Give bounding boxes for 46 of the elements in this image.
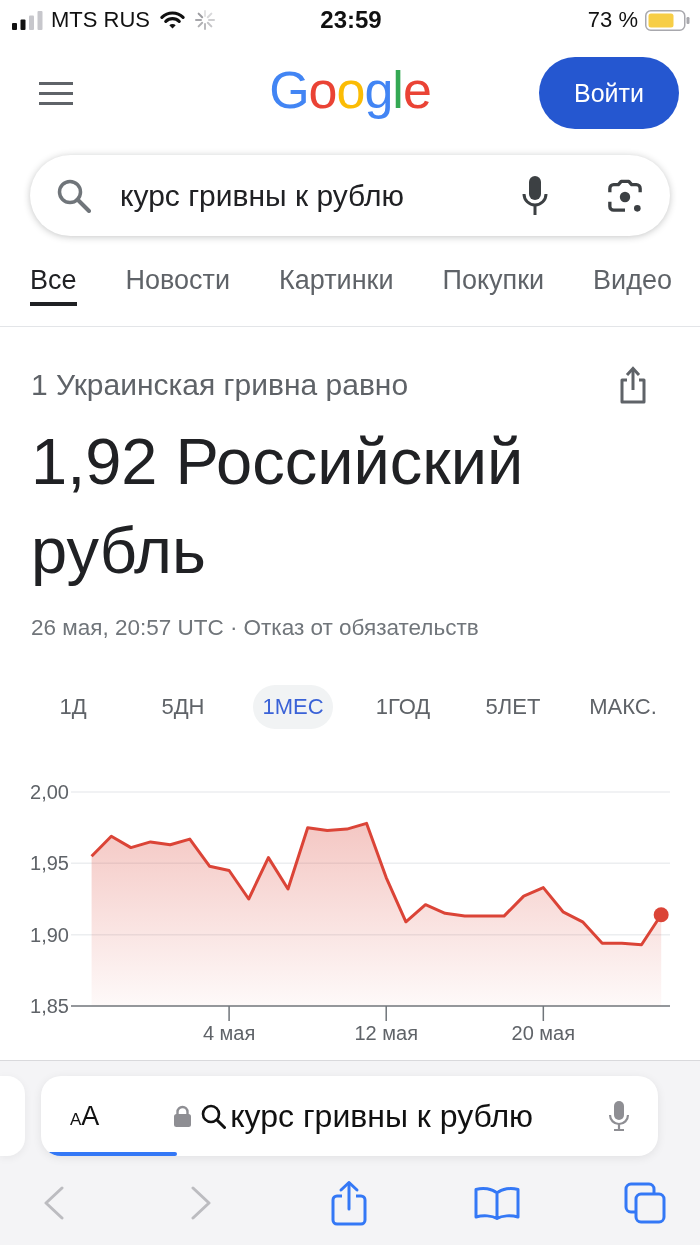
activity-spinner-icon (195, 10, 215, 30)
open-book-icon[interactable] (474, 1186, 520, 1220)
axis-label: 1,85 (30, 995, 69, 1017)
range-tab[interactable]: 1МЕС (253, 685, 333, 729)
axis-label: 12 мая (354, 1022, 418, 1044)
wifi-icon (159, 10, 186, 30)
axis-label: 1,95 (30, 852, 69, 875)
range-tab[interactable]: 1Д (50, 685, 96, 729)
sign-in-button[interactable]: Войти (539, 57, 679, 129)
search-query: курс гривны к рублю (120, 178, 405, 213)
status-time: 23:59 (320, 6, 382, 34)
disclaimer-link[interactable]: Отказ от обязательств (243, 614, 479, 641)
search-icon (57, 178, 91, 213)
range-tab[interactable]: 1ГОД (366, 685, 440, 729)
tab[interactable]: Все (30, 256, 77, 306)
timestamp: 26 мая, 20:57 UTC · (31, 614, 238, 641)
search-field[interactable]: курс гривны к рублю (30, 155, 670, 236)
conversion-result: 1,92 Российский рубль (31, 424, 525, 589)
carrier-name: MTS RUS (51, 7, 150, 33)
tab[interactable]: Видео (593, 256, 672, 306)
lock-icon (174, 1105, 192, 1127)
tabs-icon[interactable] (624, 1182, 666, 1224)
battery-icon (645, 9, 690, 31)
share-icon[interactable] (330, 1180, 368, 1226)
axis-label: 2,00 (30, 781, 69, 803)
camera-lens-icon[interactable] (607, 177, 643, 214)
microphone-icon[interactable] (521, 175, 549, 216)
battery-percent: 73 % (587, 7, 638, 33)
range-tab[interactable]: МАКС. (580, 685, 666, 729)
share-icon[interactable] (618, 365, 648, 405)
text-size-button[interactable]: AA (70, 1100, 100, 1132)
address-text: курс гривны к рублю (230, 1097, 534, 1135)
axis-label: 1,90 (30, 923, 69, 946)
axis-label: 20 мая (511, 1022, 576, 1044)
range-tab[interactable]: 5ЛЕТ (476, 685, 550, 729)
axis-label: 4 мая (202, 1022, 256, 1044)
address-bar[interactable]: AA курс гривны к рублю (41, 1076, 658, 1156)
conversion-caption: 1 Украинская гривна равно (31, 368, 409, 402)
tab[interactable]: Новости (125, 256, 231, 306)
search-icon (201, 1103, 227, 1129)
range-tab[interactable]: 5ДН (152, 685, 214, 729)
tab[interactable]: Покупки (442, 256, 545, 306)
logo: Google (269, 64, 431, 121)
tab[interactable]: Картинки (279, 256, 394, 306)
menu-icon[interactable] (39, 81, 73, 105)
signal-icon (12, 10, 43, 30)
